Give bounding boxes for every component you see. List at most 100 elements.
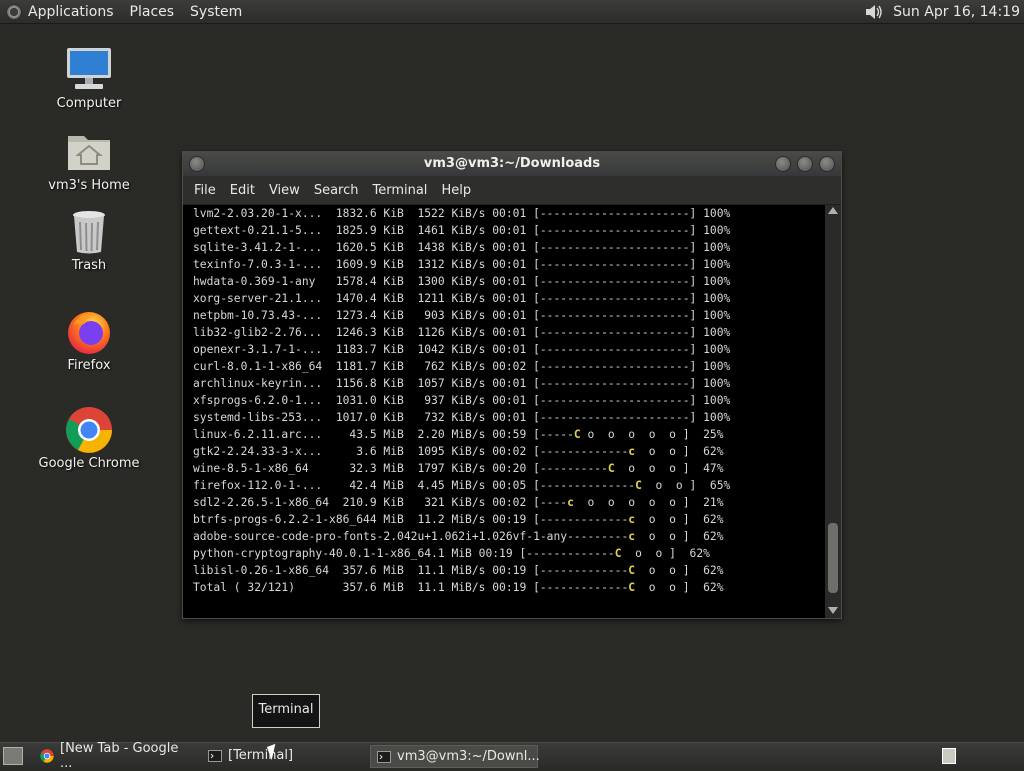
terminal-line: systemd-libs-253... 1017.0 KiB 732 KiB/s… (193, 409, 730, 426)
terminal-line: gettext-0.21.1-5... 1825.9 KiB 1461 KiB/… (193, 222, 730, 239)
terminal-icon (208, 749, 222, 763)
terminal-line-text: sdl2-2.26.5-1-x86_64 210.9 KiB 321 KiB/s… (193, 496, 568, 509)
terminal-line-text: archlinux-keyrin... 1156.8 KiB 1057 KiB/… (193, 377, 731, 390)
taskbar-item-label: [Terminal] (228, 748, 294, 763)
terminal-line-text: xfsprogs-6.2.0-1... 1031.0 KiB 937 KiB/s… (193, 394, 731, 407)
terminal-line: Total ( 32/121) 357.6 MiB 11.1 MiB/s 00:… (193, 579, 730, 596)
volume-icon[interactable] (865, 4, 883, 20)
terminal-line-text: hwdata-0.369-1-any 1578.4 KiB 1300 KiB/s… (193, 275, 731, 288)
terminal-line: sdl2-2.26.5-1-x86_64 210.9 KiB 321 KiB/s… (193, 494, 730, 511)
window-titlebar[interactable]: vm3@vm3:~/Downloads (183, 152, 841, 176)
terminal-line-text: curl-8.0.1-1-x86_64 1181.7 KiB 762 KiB/s… (193, 360, 731, 373)
menu-places[interactable]: Places (130, 4, 175, 20)
terminal-menubar: File Edit View Search Terminal Help (183, 176, 841, 205)
terminal-line: netpbm-10.73.43-... 1273.4 KiB 903 KiB/s… (193, 307, 730, 324)
desktop-icon-label: vm3's Home (48, 178, 130, 193)
terminal-line: lvm2-2.03.20-1-x... 1832.6 KiB 1522 KiB/… (193, 205, 730, 222)
pacman-progress-icon: C (607, 462, 615, 475)
terminal-text: lvm2-2.03.20-1-x... 1832.6 KiB 1522 KiB/… (193, 205, 730, 596)
pacman-progress-icon: c (567, 496, 574, 509)
scrollbar-thumb[interactable] (828, 523, 838, 593)
terminal-line: linux-6.2.11.arc... 43.5 MiB 2.20 MiB/s … (193, 426, 730, 443)
home-folder-icon (65, 128, 113, 176)
desktop-icon-home[interactable]: vm3's Home (34, 128, 144, 193)
taskbar-item-terminal-active[interactable]: vm3@vm3:~/Downl... (370, 745, 540, 768)
terminal-line-text: gtk2-2.24.33-3-x... 3.6 MiB 1095 KiB/s 0… (193, 445, 629, 458)
terminal-line: firefox-112.0-1-... 42.4 MiB 4.45 MiB/s … (193, 477, 730, 494)
terminal-line-text: openexr-3.1.7-1-... 1183.7 KiB 1042 KiB/… (193, 343, 731, 356)
terminal-line: sqlite-3.41.2-1-... 1620.5 KiB 1438 KiB/… (193, 239, 730, 256)
terminal-line-text: lvm2-2.03.20-1-x... 1832.6 KiB 1522 KiB/… (193, 207, 731, 220)
clock[interactable]: Sun Apr 16, 14:19 (893, 4, 1020, 20)
maximize-button[interactable] (797, 156, 813, 172)
terminal-line-text: o o ] 62% (635, 530, 724, 543)
desktop-icon-label: Computer (56, 96, 122, 111)
terminal-line-text: python-cryptography-40.0.1-1-x86_64.1 Mi… (193, 547, 615, 560)
pacman-progress-icon: C (573, 428, 581, 441)
scroll-up-arrow-icon[interactable] (828, 207, 838, 214)
minimize-button[interactable] (775, 156, 791, 172)
terminal-line: curl-8.0.1-1-x86_64 1181.7 KiB 762 KiB/s… (193, 358, 730, 375)
terminal-line-text: xorg-server-21.1... 1470.4 KiB 1211 KiB/… (193, 292, 731, 305)
terminal-line-text: firefox-112.0-1-... 42.4 MiB 4.45 MiB/s … (193, 479, 636, 492)
terminal-line-text: sqlite-3.41.2-1-... 1620.5 KiB 1438 KiB/… (193, 241, 731, 254)
window-title: vm3@vm3:~/Downloads (423, 156, 601, 171)
terminal-line: hwdata-0.369-1-any 1578.4 KiB 1300 KiB/s… (193, 273, 730, 290)
desktop-icon-computer[interactable]: Computer (34, 46, 144, 111)
terminal-line-text: o o ] 62% (635, 445, 724, 458)
tooltip: Terminal (252, 694, 320, 728)
terminal-line: archlinux-keyrin... 1156.8 KiB 1057 KiB/… (193, 375, 730, 392)
menu-applications[interactable]: Applications (28, 4, 114, 20)
desktop-icon-chrome[interactable]: Google Chrome (34, 406, 144, 471)
pacman-progress-icon: C (635, 479, 642, 492)
terminal-line-text: o o o o o ] 21% (573, 496, 724, 509)
terminal-line-text: libisl-0.26-1-x86_64 357.6 MiB 11.1 MiB/… (193, 564, 629, 577)
terminal-line: lib32-glib2-2.76... 1246.3 KiB 1126 KiB/… (193, 324, 730, 341)
scroll-down-arrow-icon[interactable] (828, 607, 838, 614)
terminal-line: wine-8.5-1-x86_64 32.3 MiB 1797 KiB/s 00… (193, 460, 730, 477)
show-desktop-icon[interactable] (3, 747, 23, 765)
menu-search[interactable]: Search (314, 183, 359, 198)
terminal-line-text: systemd-libs-253... 1017.0 KiB 732 KiB/s… (193, 411, 731, 424)
terminal-line: openexr-3.1.7-1-... 1183.7 KiB 1042 KiB/… (193, 341, 730, 358)
terminal-line-text: gettext-0.21.1-5... 1825.9 KiB 1461 KiB/… (193, 224, 731, 237)
taskbar-item-terminal[interactable]: [Terminal] (202, 745, 362, 766)
firefox-icon (65, 308, 113, 356)
menu-edit[interactable]: Edit (230, 183, 255, 198)
desktop-icon-label: Google Chrome (38, 456, 140, 471)
terminal-line-text: o o o ] 47% (614, 462, 724, 475)
bottom-panel: [New Tab - Google ... [Terminal] vm3@vm3… (0, 741, 1024, 771)
menu-help[interactable]: Help (441, 183, 471, 198)
desktop-icon-firefox[interactable]: Firefox (34, 308, 144, 373)
terminal-icon (377, 750, 391, 764)
terminal-line: libisl-0.26-1-x86_64 357.6 MiB 11.1 MiB/… (193, 562, 730, 579)
terminal-line-text: linux-6.2.11.arc... 43.5 MiB 2.20 MiB/s … (193, 428, 574, 441)
terminal-output[interactable]: lvm2-2.03.20-1-x... 1832.6 KiB 1522 KiB/… (183, 205, 825, 618)
desktop-icon-trash[interactable]: Trash (34, 208, 144, 273)
terminal-line-text: lib32-glib2-2.76... 1246.3 KiB 1126 KiB/… (193, 326, 731, 339)
terminal-line-text: wine-8.5-1-x86_64 32.3 MiB 1797 KiB/s 00… (193, 462, 608, 475)
distro-logo-icon[interactable] (6, 3, 22, 20)
terminal-line-text: o o ] 62% (635, 513, 724, 526)
taskbar-item-chrome[interactable]: [New Tab - Google ... (34, 741, 194, 771)
terminal-line: xorg-server-21.1... 1470.4 KiB 1211 KiB/… (193, 290, 730, 307)
terminal-line-text: o o ] 62% (635, 581, 724, 594)
chrome-icon (40, 748, 54, 763)
taskbar-item-label: [New Tab - Google ... (60, 740, 179, 771)
terminal-line-text: o o ] 65% (641, 479, 731, 492)
terminal-line-text: Total ( 32/121) 357.6 MiB 11.1 MiB/s 00:… (193, 581, 629, 594)
terminal-line: gtk2-2.24.33-3-x... 3.6 MiB 1095 KiB/s 0… (193, 443, 730, 460)
terminal-line-text: o o ] 62% (621, 547, 710, 560)
top-panel: Applications Places System Sun Apr 16, 1… (0, 0, 1024, 24)
vertical-scrollbar[interactable] (825, 205, 841, 618)
close-button[interactable] (819, 156, 835, 172)
menu-terminal[interactable]: Terminal (372, 183, 427, 198)
terminal-line-text: btrfs-progs-6.2.2-1-x86_644 MiB 11.2 MiB… (193, 513, 629, 526)
workspace-switcher[interactable] (942, 748, 956, 764)
terminal-window[interactable]: vm3@vm3:~/Downloads File Edit View Searc… (182, 151, 842, 619)
terminal-line-text: adobe-source-code-pro-fonts-2.042u+1.062… (193, 530, 629, 543)
menu-file[interactable]: File (194, 183, 216, 198)
menu-view[interactable]: View (269, 183, 300, 198)
menu-system[interactable]: System (190, 4, 242, 20)
terminal-line: btrfs-progs-6.2.2-1-x86_644 MiB 11.2 MiB… (193, 511, 730, 528)
